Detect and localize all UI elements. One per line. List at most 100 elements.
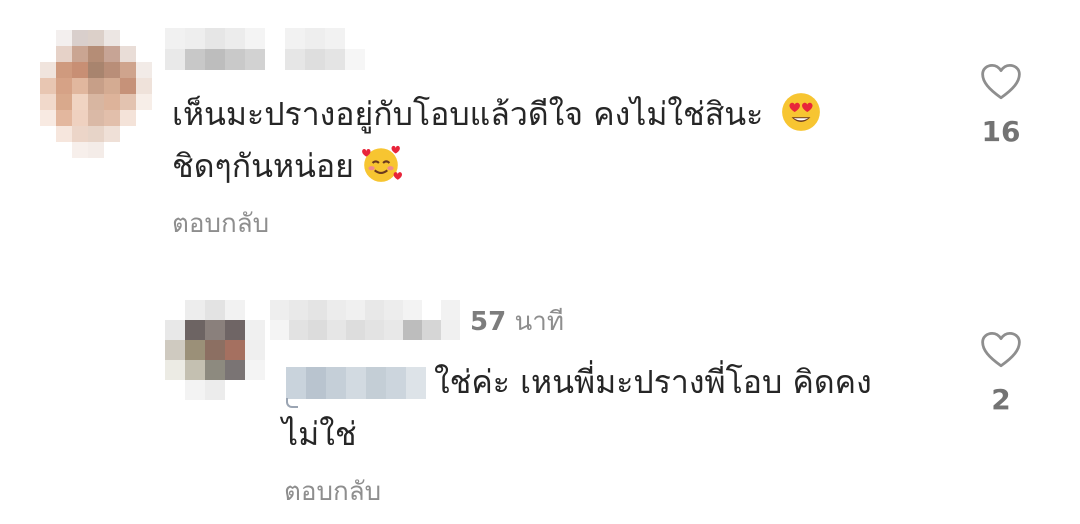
blur-pixel xyxy=(136,62,152,78)
blur-pixel xyxy=(56,94,72,110)
blur-pixel xyxy=(346,320,365,340)
blur-pixel xyxy=(136,110,152,126)
blur-pixel xyxy=(327,320,346,340)
blur-pixel xyxy=(120,126,136,142)
username-blurred[interactable] xyxy=(270,300,460,340)
blur-pixel xyxy=(245,320,265,340)
blur-pixel xyxy=(120,46,136,62)
blur-pixel xyxy=(40,142,56,158)
blur-pixel xyxy=(205,49,225,70)
blur-pixel xyxy=(120,30,136,46)
blur-pixel xyxy=(245,300,265,320)
blur-pixel xyxy=(165,340,185,360)
blur-pixel xyxy=(265,49,285,70)
blur-pixel xyxy=(270,300,289,320)
blur-pixel xyxy=(345,49,365,70)
blur-pixel xyxy=(136,30,152,46)
blur-pixel xyxy=(88,94,104,110)
like-column: 2 xyxy=(966,330,1036,418)
avatar[interactable] xyxy=(40,30,152,160)
blur-pixel xyxy=(384,300,403,320)
avatar[interactable] xyxy=(165,300,265,410)
blur-pixel xyxy=(120,142,136,158)
heart-outline-icon[interactable] xyxy=(980,330,1022,370)
blur-pixel xyxy=(346,300,365,320)
reply-button[interactable]: ตอบกลับ xyxy=(284,474,381,510)
blur-pixel xyxy=(40,94,56,110)
blur-pixel xyxy=(56,78,72,94)
blur-pixel xyxy=(185,380,205,400)
blur-pixel xyxy=(72,110,88,126)
blur-pixel xyxy=(120,62,136,78)
blur-pixel xyxy=(441,300,460,320)
blur-pixel xyxy=(120,78,136,94)
blur-pixel xyxy=(56,126,72,142)
blur-pixel xyxy=(56,30,72,46)
blur-pixel xyxy=(327,300,346,320)
blur-pixel xyxy=(205,28,225,49)
blur-pixel xyxy=(165,49,185,70)
blur-pixel xyxy=(345,28,365,49)
username-blurred[interactable] xyxy=(165,28,365,70)
blur-pixel xyxy=(225,380,245,400)
blur-pixel xyxy=(225,300,245,320)
blur-pixel xyxy=(185,300,205,320)
blur-pixel xyxy=(72,78,88,94)
blur-pixel xyxy=(365,300,384,320)
blur-pixel xyxy=(56,62,72,78)
blur-pixel xyxy=(165,380,185,400)
blur-pixel xyxy=(185,340,205,360)
blur-pixel xyxy=(40,62,56,78)
blur-pixel xyxy=(403,320,422,340)
like-column: 16 xyxy=(966,62,1036,150)
blur-pixel xyxy=(165,28,185,49)
blur-pixel xyxy=(225,28,245,49)
blur-pixel xyxy=(72,46,88,62)
blur-pixel xyxy=(120,110,136,126)
comment-line-1: เห็นมะปรางอยู่กับโอบแล้วดีใจ คงไม่ใช่สิน… xyxy=(172,95,764,133)
blur-pixel xyxy=(72,126,88,142)
timestamp-unit: นาที xyxy=(514,307,564,337)
blur-pixel xyxy=(104,30,120,46)
blur-pixel xyxy=(185,49,205,70)
blur-pixel xyxy=(104,78,120,94)
blur-pixel xyxy=(305,49,325,70)
blur-pixel xyxy=(40,126,56,142)
blur-pixel xyxy=(205,300,225,320)
timestamp: 57 นาที xyxy=(470,304,564,340)
blur-pixel xyxy=(165,300,185,320)
blur-pixel xyxy=(88,110,104,126)
blur-pixel xyxy=(136,126,152,142)
like-count: 2 xyxy=(991,383,1011,416)
blur-pixel xyxy=(88,62,104,78)
blur-pixel xyxy=(265,28,285,49)
comment-line-2: ชิดๆกันหน่อย xyxy=(172,147,354,185)
blur-pixel xyxy=(325,49,345,70)
blur-pixel xyxy=(205,320,225,340)
reply-button[interactable]: ตอบกลับ xyxy=(172,206,269,242)
heart-outline-icon[interactable] xyxy=(980,62,1022,102)
reply-line-1: ใช่ค่ะ เหนพี่มะปรางพี่โอบ คิดคง xyxy=(434,363,872,401)
reply-line-2: ไม่ใช่ xyxy=(282,415,357,453)
blur-pixel xyxy=(72,30,88,46)
blur-pixel xyxy=(88,46,104,62)
blur-pixel xyxy=(285,28,305,49)
like-count: 16 xyxy=(981,115,1021,148)
blur-pixel xyxy=(88,126,104,142)
blur-pixel xyxy=(185,320,205,340)
blur-pixel xyxy=(56,110,72,126)
blur-pixel xyxy=(289,300,308,320)
blur-pixel xyxy=(88,142,104,158)
blur-pixel xyxy=(205,360,225,380)
blur-pixel xyxy=(289,320,308,340)
blur-pixel xyxy=(136,142,152,158)
blur-pixel xyxy=(136,46,152,62)
blur-pixel xyxy=(104,46,120,62)
blur-pixel xyxy=(308,320,327,340)
blur-pixel xyxy=(72,62,88,78)
blur-pixel xyxy=(104,62,120,78)
blur-pixel xyxy=(120,94,136,110)
blur-pixel xyxy=(40,78,56,94)
comment-text: เห็นมะปรางอยู่กับโอบแล้วดีใจ คงไม่ใช่สิน… xyxy=(172,88,912,192)
blur-pixel xyxy=(365,320,384,340)
